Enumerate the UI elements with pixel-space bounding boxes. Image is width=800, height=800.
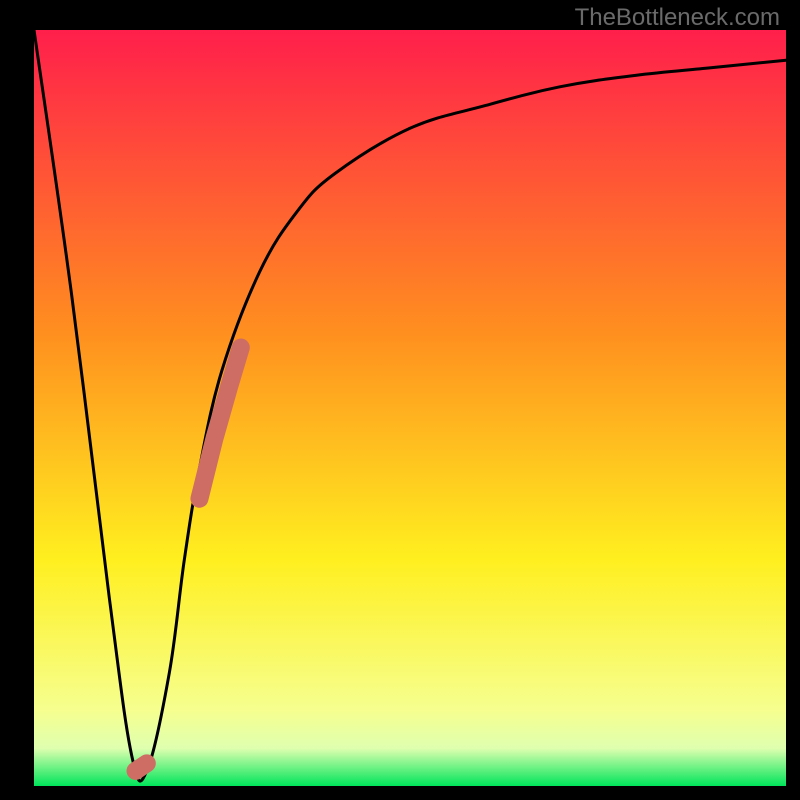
bottleneck-chart: [0, 0, 800, 800]
plot-background: [34, 30, 786, 786]
watermark-text: TheBottleneck.com: [575, 4, 780, 32]
chart-frame: TheBottleneck.com: [0, 0, 800, 800]
dip-marker: [136, 763, 147, 771]
